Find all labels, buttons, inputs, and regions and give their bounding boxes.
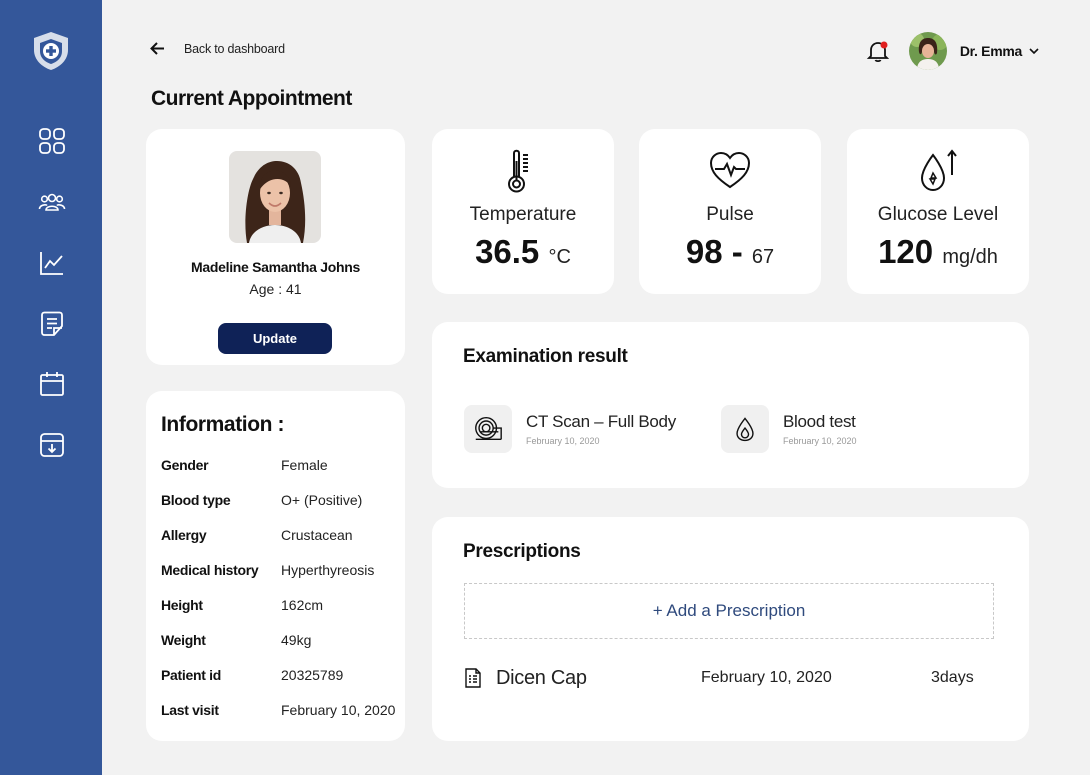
sidebar-item-analytics[interactable]	[38, 249, 66, 277]
document-icon	[41, 311, 63, 336]
info-row-gender: Gender Female	[161, 457, 328, 473]
exam-item-ct-scan[interactable]: CT Scan – Full Body February 10, 2020	[464, 405, 676, 453]
chevron-down-icon[interactable]	[1028, 45, 1040, 57]
info-row-height: Height 162cm	[161, 597, 324, 613]
notification-button[interactable]	[865, 38, 891, 64]
info-row-patient-id: Patient id 20325789	[161, 667, 344, 683]
patient-name: Madeline Samantha Johns	[191, 259, 360, 275]
prescription-name: Dicen Cap	[496, 666, 587, 689]
patient-card: Madeline Samantha Johns Age : 41 Update	[146, 129, 405, 365]
chart-icon	[40, 252, 63, 275]
vital-label: Temperature	[469, 204, 577, 225]
ct-scan-icon	[475, 417, 502, 441]
prescription-duration: 3days	[931, 669, 974, 686]
information-title: Information :	[161, 413, 285, 436]
sidebar-item-dashboard[interactable]	[38, 127, 66, 155]
back-link-label: Back to dashboard	[184, 41, 285, 56]
shield-logo-icon[interactable]	[32, 31, 70, 71]
sidebar	[0, 0, 102, 775]
info-row-medical-history: Medical history Hyperthyreosis	[161, 562, 375, 578]
update-button[interactable]: Update	[218, 323, 332, 354]
prescription-row[interactable]: Dicen Cap February 10, 2020 3days	[464, 663, 994, 693]
information-card: Information : Gender Female Blood type O…	[146, 391, 405, 741]
blood-drop-icon	[736, 417, 754, 442]
back-to-dashboard-link[interactable]: Back to dashboard	[149, 40, 285, 57]
users-icon	[38, 193, 66, 211]
prescriptions-card: Prescriptions + Add a Prescription Dicen…	[432, 517, 1029, 741]
vital-value: 36.5 °C	[475, 233, 571, 270]
info-row-allergy: Allergy Crustacean	[161, 527, 353, 543]
page-title: Current Appointment	[151, 87, 352, 110]
add-prescription-button[interactable]: + Add a Prescription	[464, 583, 994, 639]
vital-card-glucose: Glucose Level 120 mg/dh	[847, 129, 1029, 294]
heart-pulse-icon	[709, 151, 751, 189]
sidebar-item-records[interactable]	[38, 310, 66, 338]
thermometer-icon	[508, 149, 528, 193]
prescription-date: February 10, 2020	[701, 669, 832, 686]
vital-card-pulse: Pulse 98 - 67	[639, 129, 821, 294]
exam-item-blood-test[interactable]: Blood test February 10, 2020	[721, 405, 857, 453]
arrow-left-icon	[150, 42, 164, 55]
patient-age: Age : 41	[249, 281, 302, 297]
sidebar-item-archive[interactable]	[38, 431, 66, 459]
examination-card: Examination result CT Scan – Full Body F…	[432, 322, 1029, 488]
info-row-blood-type: Blood type O+ (Positive)	[161, 492, 363, 508]
user-name[interactable]: Dr. Emma	[960, 43, 1022, 59]
prescription-document-icon	[465, 668, 481, 688]
vital-card-temperature: Temperature 36.5 °C	[432, 129, 614, 294]
bell-icon	[866, 41, 889, 63]
vital-value: 98 - 67	[685, 233, 775, 270]
prescriptions-title: Prescriptions	[463, 541, 581, 562]
glucose-drop-icon	[920, 149, 957, 192]
examination-title: Examination result	[463, 346, 628, 367]
calendar-icon	[40, 372, 64, 396]
vital-label: Pulse	[706, 204, 754, 225]
sidebar-item-calendar[interactable]	[38, 370, 66, 398]
user-header: Dr. Emma	[865, 32, 1040, 70]
vital-label: Glucose Level	[877, 204, 999, 225]
archive-icon	[40, 433, 64, 457]
vital-value: 120 mg/dh	[878, 233, 998, 270]
sidebar-item-patients[interactable]	[38, 188, 66, 216]
user-avatar[interactable]	[908, 32, 947, 70]
grid-icon	[39, 128, 65, 154]
info-row-weight: Weight 49kg	[161, 632, 312, 648]
info-row-last-visit: Last visit February 10, 2020	[161, 702, 396, 718]
patient-photo	[229, 151, 321, 243]
